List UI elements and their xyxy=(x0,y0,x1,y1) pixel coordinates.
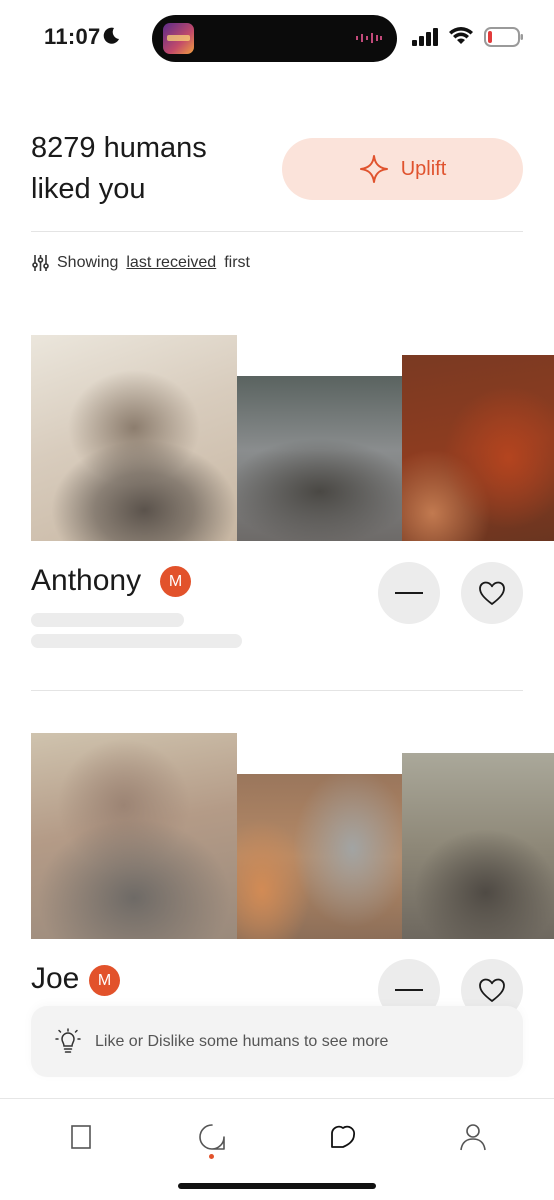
profile-photo[interactable] xyxy=(31,733,237,939)
tab-profile[interactable] xyxy=(455,1119,491,1155)
divider xyxy=(31,231,523,232)
minus-icon xyxy=(395,592,423,594)
battery-icon xyxy=(484,27,523,47)
heart-icon xyxy=(479,978,505,1002)
heart-icon xyxy=(479,581,505,605)
page-title: 8279 humans liked you xyxy=(31,132,207,205)
profile-name: Joe xyxy=(31,962,80,995)
unread-dot xyxy=(209,1154,214,1159)
sort-row: Showing last received first xyxy=(32,254,250,272)
member-badge: M xyxy=(89,965,120,996)
audio-wave-icon xyxy=(356,33,382,43)
profile-photo[interactable] xyxy=(31,335,237,541)
dynamic-island[interactable] xyxy=(152,15,397,62)
dislike-button[interactable] xyxy=(378,562,440,624)
sort-prefix: Showing xyxy=(57,254,119,271)
sparkle-icon xyxy=(359,155,388,183)
profile-name: Anthony xyxy=(31,564,142,597)
profile-photo[interactable] xyxy=(237,376,402,541)
uplift-button[interactable]: Uplift xyxy=(282,138,523,200)
wifi-icon xyxy=(449,27,473,44)
like-button[interactable] xyxy=(461,562,523,624)
toast-text: Like or Dislike some humans to see more xyxy=(95,1032,389,1050)
signal-icon xyxy=(412,28,438,46)
profile-photo[interactable] xyxy=(402,753,554,939)
moon-icon xyxy=(103,27,119,44)
tab-chat[interactable] xyxy=(194,1119,230,1155)
hint-toast: Like or Dislike some humans to see more xyxy=(31,1006,523,1077)
member-badge: M xyxy=(160,566,191,597)
profile-photo[interactable] xyxy=(402,355,554,541)
lightbulb-icon xyxy=(55,1027,81,1053)
chat-icon xyxy=(199,1124,225,1150)
home-indicator[interactable] xyxy=(178,1183,376,1189)
sort-order-link[interactable]: last received xyxy=(126,254,216,272)
tab-discover[interactable] xyxy=(63,1119,99,1155)
sort-suffix: first xyxy=(224,254,250,271)
uplift-label: Uplift xyxy=(400,157,447,180)
filter-sliders-icon[interactable] xyxy=(32,254,49,272)
cards-icon xyxy=(71,1125,91,1149)
now-playing-app-icon xyxy=(163,23,194,54)
likes-icon xyxy=(331,1125,355,1148)
loading-placeholder xyxy=(31,613,184,627)
divider xyxy=(31,690,523,691)
loading-placeholder xyxy=(31,634,242,648)
tab-likes[interactable] xyxy=(325,1119,361,1155)
profile-photo[interactable] xyxy=(237,774,402,939)
status-time: 11:07 xyxy=(44,24,101,49)
minus-icon xyxy=(395,989,423,991)
status-bar: 11:07 xyxy=(0,0,554,80)
profile-icon xyxy=(460,1124,486,1151)
